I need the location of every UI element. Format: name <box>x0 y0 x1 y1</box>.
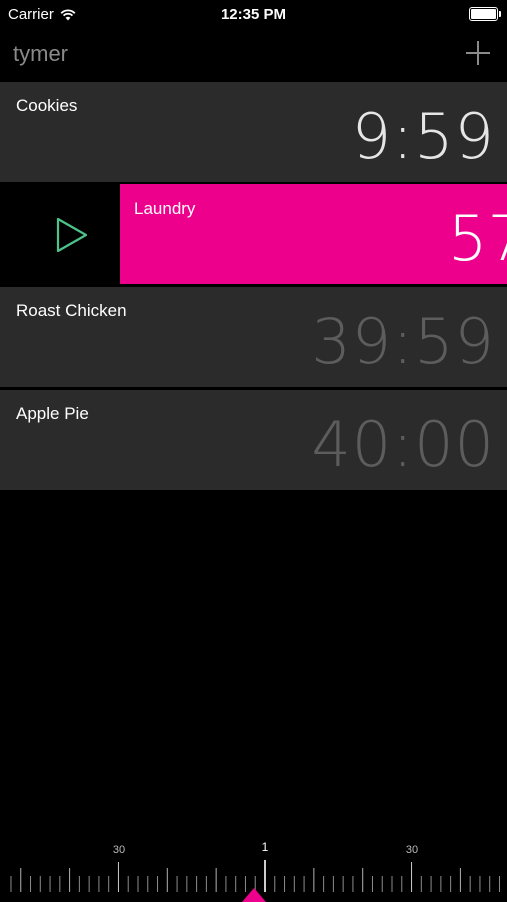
app-title: tymer <box>13 41 68 66</box>
status-time: 12:35 PM <box>220 6 287 23</box>
status-bar: Carrier 12:35 PM <box>0 0 507 28</box>
timer-row-apple-pie[interactable]: Apple Pie 40:00 <box>0 390 507 490</box>
plus-icon[interactable] <box>463 38 493 68</box>
timer-label: Apple Pie <box>16 404 89 423</box>
timer-countdown: 39:59 <box>311 305 495 378</box>
ruler-ticks <box>10 860 500 892</box>
timer-label: Roast Chicken <box>16 301 127 320</box>
timer-card-swiped[interactable]: Laundry 57 <box>120 184 507 284</box>
timer-countdown: 57 <box>448 202 507 275</box>
play-icon[interactable] <box>54 217 90 253</box>
timer-countdown: 9:59 <box>351 100 495 173</box>
timer-label: Laundry <box>134 199 196 218</box>
nav-bar: tymer <box>0 28 507 80</box>
timer-countdown: 40:00 <box>311 408 495 481</box>
timer-row-laundry[interactable]: Laundry 57 <box>0 184 507 284</box>
battery-icon <box>469 7 501 21</box>
timer-row-cookies[interactable]: Cookies 9:59 <box>0 82 507 182</box>
time-ruler-slider[interactable]: 30 1 30 <box>0 810 507 902</box>
timer-label: Cookies <box>16 96 78 115</box>
timer-row-roast-chicken[interactable]: Roast Chicken 39:59 <box>0 287 507 387</box>
